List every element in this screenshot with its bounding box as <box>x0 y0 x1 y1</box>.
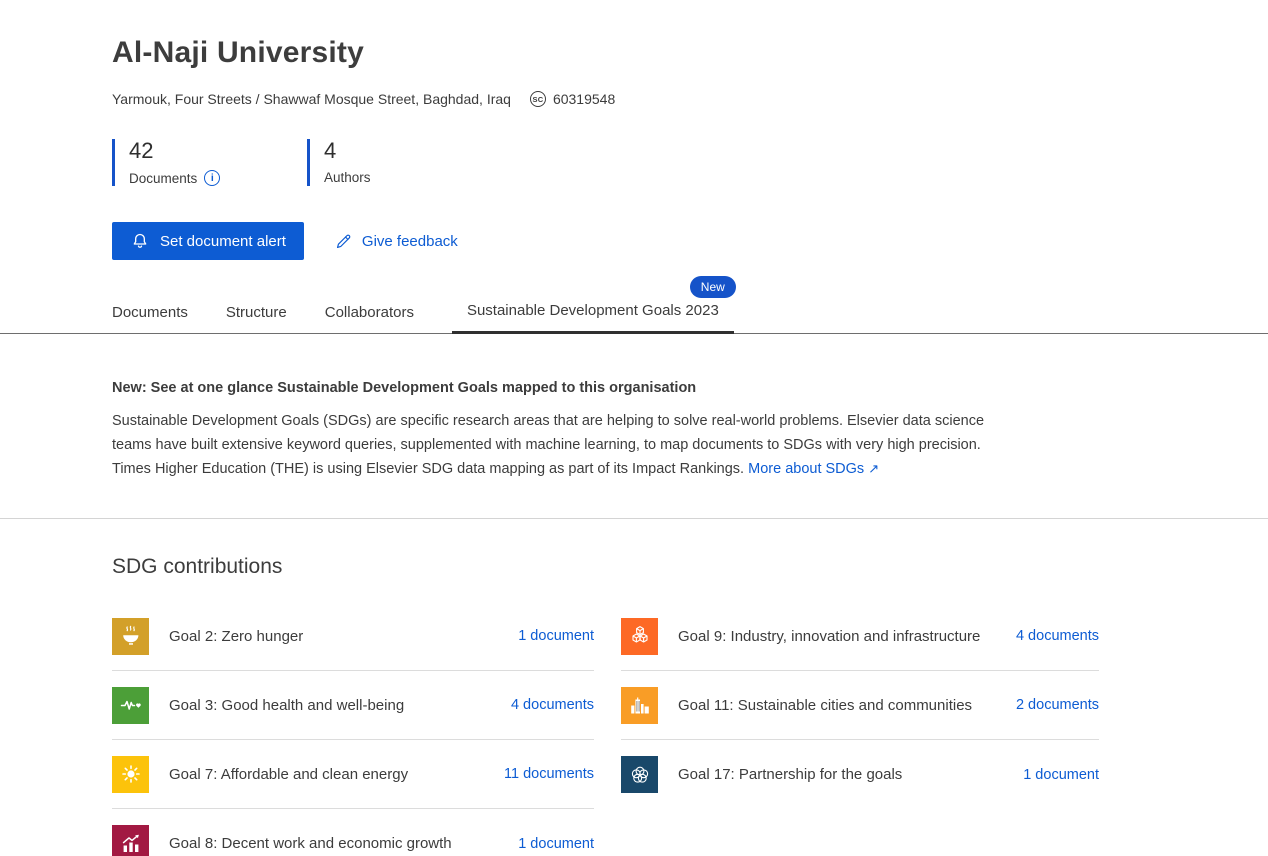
goal-7-row: Goal 7: Affordable and clean energy 11 d… <box>112 740 594 809</box>
tab-documents[interactable]: Documents <box>112 304 188 333</box>
goal-17-row: Goal 17: Partnership for the goals 1 doc… <box>621 740 1099 809</box>
goal-8-row: Goal 8: Decent work and economic growth … <box>112 809 594 856</box>
goal-2-documents-link[interactable]: 1 document <box>518 628 594 644</box>
goal-17-partnership-icon <box>621 756 658 793</box>
set-document-alert-button[interactable]: Set document alert <box>112 222 304 260</box>
profile-header: Al-Naji University Yarmouk, Four Streets… <box>0 0 1268 260</box>
sdg-contributions-section: SDG contributions Goal 2: Zero hunger <box>0 519 1268 856</box>
pencil-icon <box>334 232 353 251</box>
goal-8-economic-growth-icon <box>112 825 149 856</box>
give-feedback-label: Give feedback <box>362 233 458 250</box>
goal-2-row: Goal 2: Zero hunger 1 document <box>112 602 594 671</box>
stats-row: 42 Documents i 4 Authors <box>112 139 1156 186</box>
tab-sdg-label: Sustainable Development Goals 2023 <box>467 302 719 319</box>
goal-17-documents-link[interactable]: 1 document <box>1023 767 1099 783</box>
authors-label: Authors <box>324 170 371 185</box>
page-title: Al-Naji University <box>112 36 1156 70</box>
goal-8-documents-link[interactable]: 1 document <box>518 836 594 852</box>
goal-label: Goal 11: Sustainable cities and communit… <box>678 697 1016 714</box>
goal-label: Goal 9: Industry, innovation and infrast… <box>678 628 1016 645</box>
goal-3-row: Goal 3: Good health and well-being 4 doc… <box>112 671 594 740</box>
goal-3-good-health-icon <box>112 687 149 724</box>
new-badge: New <box>690 276 736 298</box>
goals-grid: Goal 2: Zero hunger 1 document Goal 3: G… <box>112 602 1156 856</box>
authors-label-row: Authors <box>324 170 447 185</box>
scopus-id-icon: SC <box>530 91 546 107</box>
tab-collaborators[interactable]: Collaborators <box>325 304 414 333</box>
give-feedback-link[interactable]: Give feedback <box>334 232 458 251</box>
scopus-id-value: 60319548 <box>553 91 615 107</box>
goal-label: Goal 17: Partnership for the goals <box>678 766 1023 783</box>
goal-7-clean-energy-icon <box>112 756 149 793</box>
goal-9-documents-link[interactable]: 4 documents <box>1016 628 1099 644</box>
authors-count: 4 <box>324 139 447 163</box>
address-line: Yarmouk, Four Streets / Shawwaf Mosque S… <box>112 91 1156 107</box>
actions-row: Set document alert Give feedback <box>112 222 1156 260</box>
address-text: Yarmouk, Four Streets / Shawwaf Mosque S… <box>112 91 511 107</box>
tab-structure[interactable]: Structure <box>226 304 287 333</box>
set-document-alert-label: Set document alert <box>160 233 286 250</box>
bell-icon <box>130 231 150 251</box>
goals-column-left: Goal 2: Zero hunger 1 document Goal 3: G… <box>112 602 594 856</box>
documents-label-row: Documents i <box>129 170 252 186</box>
info-icon[interactable]: i <box>204 170 220 186</box>
goal-2-zero-hunger-icon <box>112 618 149 655</box>
goal-label: Goal 7: Affordable and clean energy <box>169 766 504 783</box>
goal-9-industry-innovation-icon <box>621 618 658 655</box>
stat-documents: 42 Documents i <box>112 139 252 186</box>
intro-body: Sustainable Development Goals (SDGs) are… <box>112 409 993 481</box>
tab-sustainable-development-goals[interactable]: Sustainable Development Goals 2023 New <box>452 302 734 334</box>
goal-label: Goal 2: Zero hunger <box>169 628 518 645</box>
tab-bar: Documents Structure Collaborators Sustai… <box>0 302 1268 334</box>
goal-11-documents-link[interactable]: 2 documents <box>1016 697 1099 713</box>
external-link-icon: ↗ <box>868 461 879 476</box>
goals-column-right: Goal 9: Industry, innovation and infrast… <box>621 602 1099 856</box>
intro-lead: New: See at one glance Sustainable Devel… <box>112 380 993 396</box>
more-about-sdgs-link[interactable]: More about SDGs <box>748 461 864 477</box>
goal-9-row: Goal 9: Industry, innovation and infrast… <box>621 602 1099 671</box>
documents-label: Documents <box>129 171 197 186</box>
goal-7-documents-link[interactable]: 11 documents <box>504 766 594 782</box>
goal-label: Goal 8: Decent work and economic growth <box>169 835 518 852</box>
sdg-intro-section: New: See at one glance Sustainable Devel… <box>0 334 1268 519</box>
stat-authors: 4 Authors <box>307 139 447 186</box>
goal-3-documents-link[interactable]: 4 documents <box>511 697 594 713</box>
goal-label: Goal 3: Good health and well-being <box>169 697 511 714</box>
documents-count: 42 <box>129 139 252 163</box>
goal-11-row: Goal 11: Sustainable cities and communit… <box>621 671 1099 740</box>
goal-11-sustainable-cities-icon <box>621 687 658 724</box>
sdg-contributions-heading: SDG contributions <box>112 555 1156 579</box>
